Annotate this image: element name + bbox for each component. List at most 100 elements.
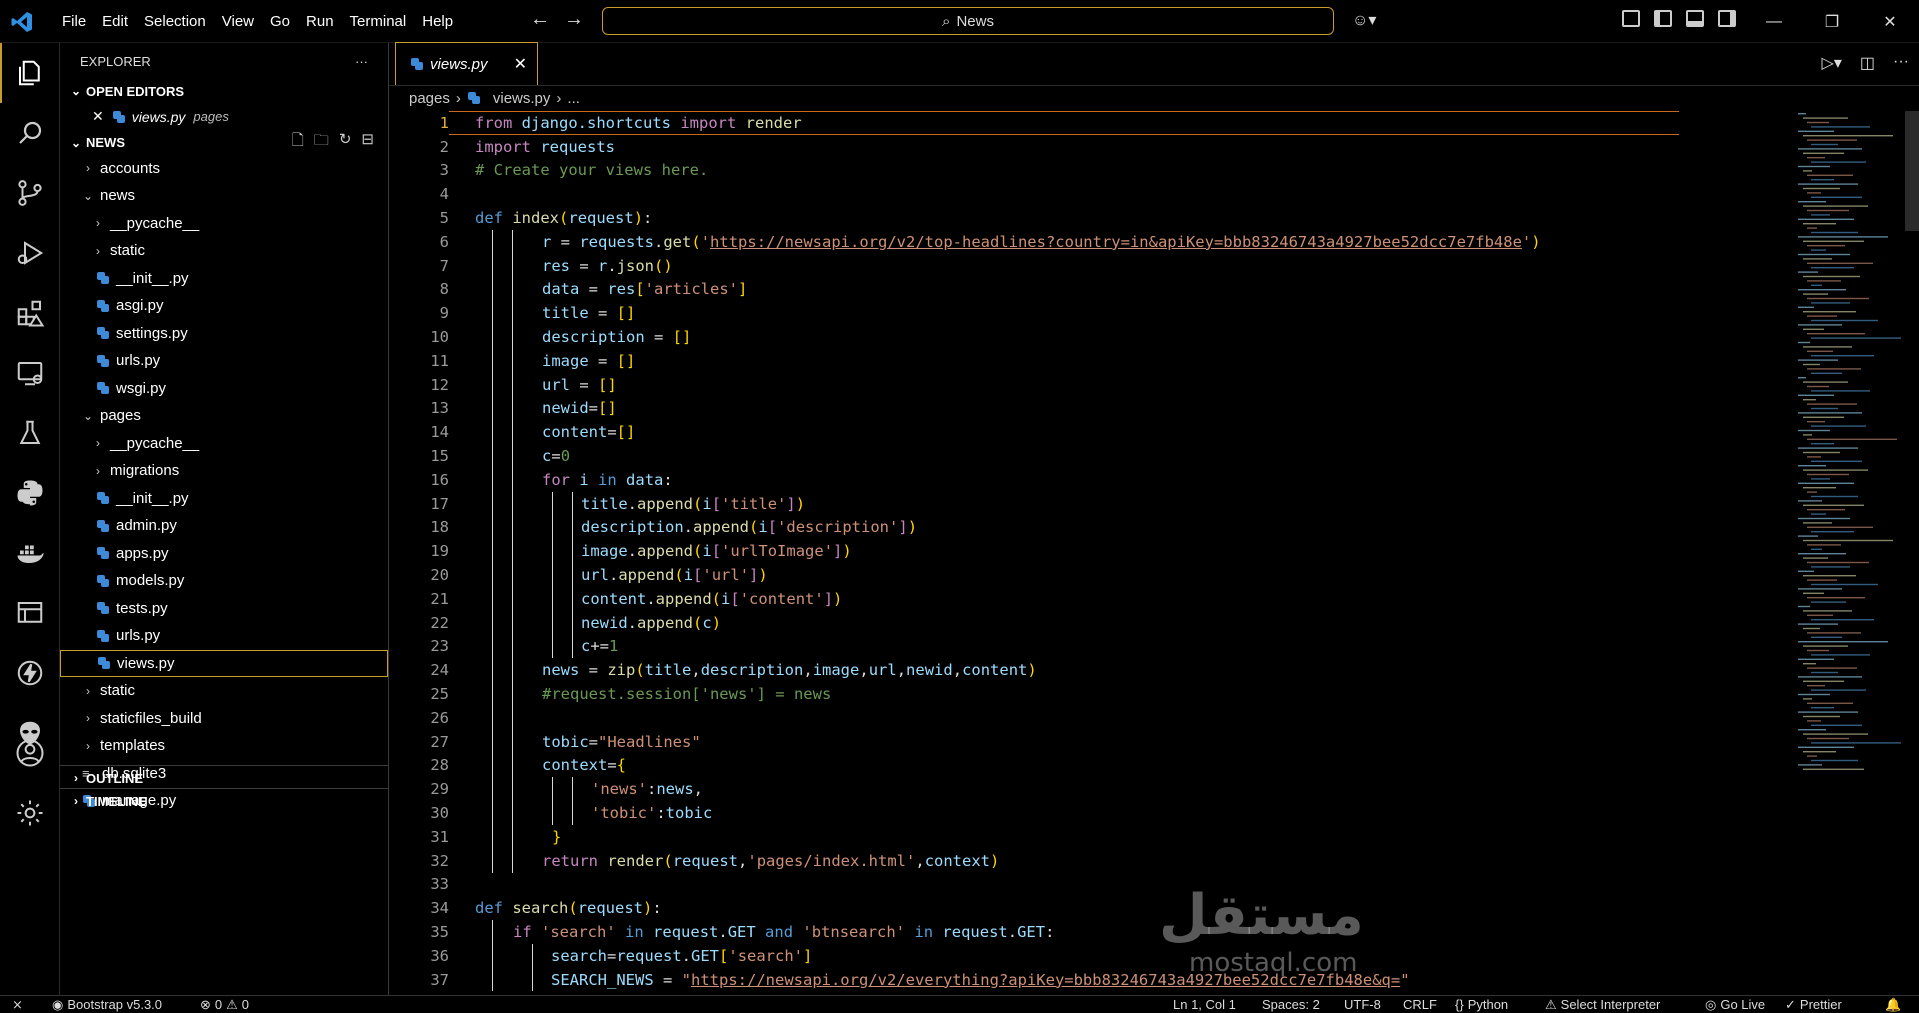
tree-file[interactable]: wsgi.py [60, 375, 388, 403]
tree-file[interactable]: __init__.py [60, 485, 388, 513]
vertical-scrollbar[interactable] [1905, 111, 1919, 231]
tree-folder[interactable]: › accounts [60, 155, 388, 183]
tree-folder[interactable]: ⌄ news [60, 182, 388, 210]
toggle-panel-icon[interactable] [1686, 10, 1704, 27]
indentation[interactable]: Spaces: 2 [1262, 996, 1320, 1013]
tree-file[interactable]: views.py [60, 649, 388, 677]
tree-file[interactable]: admin.py [60, 512, 388, 540]
tab-views-py[interactable]: views.py ✕ [395, 42, 538, 85]
menu-terminal[interactable]: Terminal [342, 13, 415, 30]
new-folder-icon[interactable]: 🗀 [314, 130, 329, 155]
menu-run[interactable]: Run [298, 13, 342, 30]
tree-folder[interactable]: › templates [60, 732, 388, 760]
line-number: 11 [430, 351, 449, 370]
tree-file[interactable]: __init__.py [60, 265, 388, 293]
menu-file[interactable]: File [54, 13, 94, 30]
remote-explorer-icon[interactable] [0, 343, 60, 403]
menu-view[interactable]: View [214, 13, 262, 30]
minimize-icon[interactable]: — [1745, 0, 1803, 43]
run-debug-icon[interactable] [0, 223, 60, 283]
testing-icon[interactable] [0, 403, 60, 463]
menu-edit[interactable]: Edit [94, 13, 136, 30]
line-number: 18 [430, 518, 449, 537]
cursor-position[interactable]: Ln 1, Col 1 [1173, 996, 1236, 1013]
customize-layout-icon[interactable] [1622, 10, 1640, 27]
breadcrumb-file[interactable]: views.py [493, 90, 551, 107]
menu-go[interactable]: Go [262, 13, 298, 30]
tree-file[interactable]: models.py [60, 567, 388, 595]
tree-folder[interactable]: › static [60, 677, 388, 705]
minimap-line [1807, 579, 1837, 581]
close-icon[interactable]: ✕ [1861, 0, 1919, 43]
refresh-icon[interactable]: ↻ [339, 130, 352, 155]
breadcrumb-symbol[interactable]: ... [567, 90, 580, 107]
menu-selection[interactable]: Selection [136, 13, 214, 30]
open-editor-item[interactable]: ✕ views.py pages [60, 103, 388, 131]
account-icon[interactable] [0, 723, 60, 783]
tree-file[interactable]: urls.py [60, 347, 388, 375]
back-arrow-icon[interactable]: ← [530, 8, 550, 31]
new-file-icon[interactable]: 🗋 [292, 130, 304, 155]
minimap[interactable] [1793, 111, 1903, 811]
minimap-line [1811, 742, 1901, 744]
encoding[interactable]: UTF-8 [1344, 996, 1381, 1013]
settings-gear-icon[interactable] [0, 783, 60, 843]
command-center-search[interactable]: ⌕ News [602, 7, 1334, 35]
select-interpreter[interactable]: ⚠ Select Interpreter [1545, 996, 1660, 1013]
tree-folder[interactable]: › staticfiles_build [60, 705, 388, 733]
outline-section[interactable]: › OUTLINE [60, 765, 389, 789]
tree-file[interactable]: apps.py [60, 540, 388, 568]
close-tab-icon[interactable]: ✕ [514, 54, 527, 74]
source-control-icon[interactable] [0, 163, 60, 223]
open-editors-header[interactable]: ⌄ OPEN EDITORS [60, 79, 388, 103]
code-editor[interactable]: 1 from django.shortcuts import render 2 im… [389, 111, 1789, 995]
database-icon[interactable] [0, 583, 60, 643]
tree-folder[interactable]: › migrations [60, 457, 388, 485]
tree-folder[interactable]: › __pycache__ [60, 210, 388, 238]
forward-arrow-icon[interactable]: → [564, 8, 584, 31]
remote-icon[interactable]: ⨯ [12, 996, 23, 1013]
explorer-title: EXPLORER [80, 53, 151, 69]
minimap-line [1807, 509, 1845, 511]
restore-icon[interactable]: ❐ [1803, 0, 1861, 43]
language-mode[interactable]: {} Python [1455, 996, 1508, 1013]
python-icon[interactable] [0, 463, 60, 523]
tree-file[interactable]: asgi.py [60, 292, 388, 320]
more-actions-icon[interactable]: ··· [1893, 53, 1909, 73]
toggle-secondary-sidebar-icon[interactable] [1718, 10, 1736, 27]
line-number: 35 [430, 922, 449, 941]
go-live[interactable]: ◎ Go Live [1705, 996, 1765, 1013]
tree-folder[interactable]: › static [60, 237, 388, 265]
tree-file[interactable]: settings.py [60, 320, 388, 348]
menu-help[interactable]: Help [414, 13, 461, 30]
minimap-line [1803, 698, 1812, 700]
timeline-section[interactable]: › TIMELINE [60, 788, 389, 812]
more-actions-icon[interactable]: ··· [355, 54, 368, 69]
copilot-icon[interactable]: ☺▾ [1352, 10, 1376, 30]
tree-file[interactable]: tests.py [60, 595, 388, 623]
run-python-file-icon[interactable]: ▷▾ [1822, 53, 1842, 73]
code-line: 8 data = res['articles'] [389, 277, 1789, 302]
problems-status[interactable]: ⊗ 0 ⚠ 0 [200, 996, 249, 1013]
notifications-bell-icon[interactable]: 🔔 [1885, 996, 1901, 1013]
bootstrap-status[interactable]: ◉ Bootstrap v5.3.0 [52, 996, 162, 1013]
explorer-icon[interactable] [0, 43, 60, 103]
minimap-line [1803, 733, 1868, 735]
prettier-status[interactable]: ✓ Prettier [1785, 996, 1842, 1013]
extensions-icon[interactable] [0, 283, 60, 343]
thunder-client-icon[interactable] [0, 643, 60, 703]
tree-file[interactable]: urls.py [60, 622, 388, 650]
tree-folder[interactable]: › __pycache__ [60, 430, 388, 458]
close-icon[interactable]: ✕ [92, 108, 104, 125]
tree-folder[interactable]: ⌄ pages [60, 402, 388, 430]
split-editor-icon[interactable]: ◫ [1860, 53, 1875, 73]
minimap-line [1798, 148, 1862, 150]
project-header[interactable]: ⌄ NEWS 🗋 🗀 ↻ ⊟ [60, 131, 388, 155]
search-icon[interactable] [0, 103, 60, 163]
open-editors-label: OPEN EDITORS [86, 83, 185, 99]
breadcrumb-folder[interactable]: pages [409, 90, 450, 107]
toggle-primary-sidebar-icon[interactable] [1654, 10, 1672, 27]
collapse-all-icon[interactable]: ⊟ [361, 130, 374, 155]
docker-icon[interactable] [0, 523, 60, 583]
line-endings[interactable]: CRLF [1403, 996, 1437, 1013]
